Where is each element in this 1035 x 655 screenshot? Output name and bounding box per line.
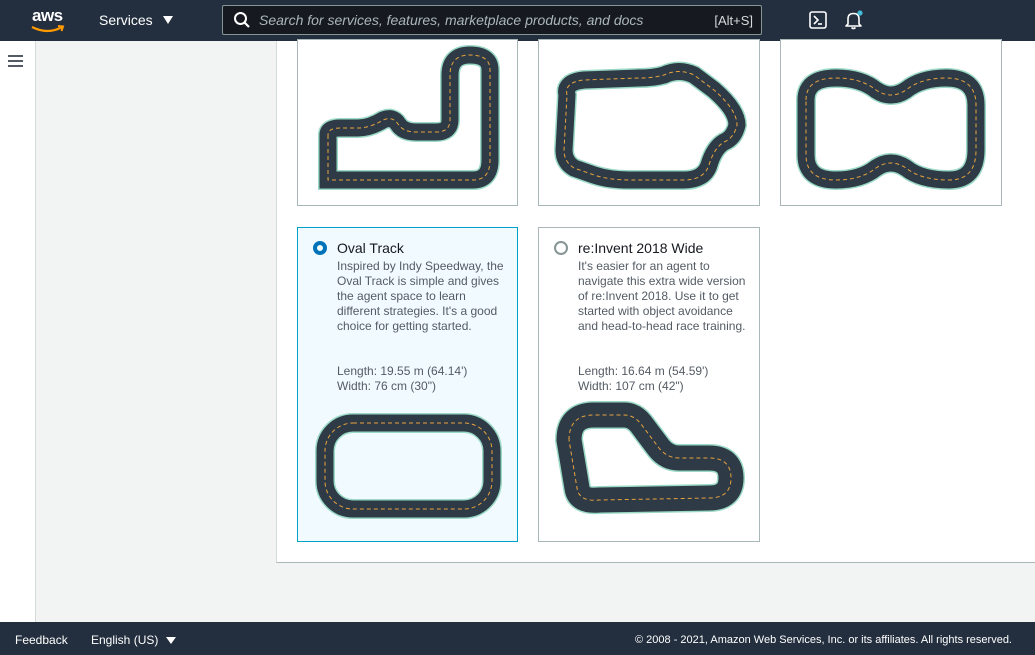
top-navigation: aws Services [Alt+S] xyxy=(0,0,1035,41)
track-thumbnail xyxy=(318,44,500,190)
track-card-partial-1[interactable] xyxy=(297,39,518,206)
search-shortcut-hint: [Alt+S] xyxy=(714,12,753,28)
feedback-link[interactable]: Feedback xyxy=(15,633,68,647)
services-label: Services xyxy=(99,12,153,28)
track-card-partial-2[interactable] xyxy=(538,39,760,206)
radio-button-unselected[interactable] xyxy=(554,241,568,255)
track-title: Oval Track xyxy=(337,240,404,256)
aws-logo[interactable]: aws xyxy=(30,6,70,34)
aws-logo-text: aws xyxy=(32,6,63,25)
track-width: Width: 107 cm (42") xyxy=(578,379,684,393)
track-width: Width: 76 cm (30") xyxy=(337,379,436,393)
radio-button-selected[interactable] xyxy=(313,241,327,255)
search-icon xyxy=(234,12,250,28)
menu-hamburger-icon[interactable] xyxy=(8,55,23,67)
search-input[interactable] xyxy=(259,12,715,28)
track-selection-panel: Oval Track Inspired by Indy Speedway, th… xyxy=(276,39,1035,563)
track-length: Length: 19.55 m (64.14') xyxy=(337,364,468,378)
track-specs: Length: 19.55 m (64.14') Width: 76 cm (3… xyxy=(337,364,467,394)
track-card-oval[interactable]: Oval Track Inspired by Indy Speedway, th… xyxy=(297,227,518,542)
oval-track-thumbnail xyxy=(315,413,502,519)
reinvent-track-thumbnail xyxy=(554,401,746,515)
side-navigation-rail xyxy=(0,41,36,622)
copyright-text: © 2008 - 2021, Amazon Web Services, Inc.… xyxy=(635,634,1012,646)
aws-smile-icon xyxy=(31,25,65,33)
search-bar[interactable]: [Alt+S] xyxy=(222,5,762,35)
language-label: English (US) xyxy=(91,633,159,647)
track-title: re:Invent 2018 Wide xyxy=(578,240,704,256)
track-description: Inspired by Indy Speedway, the Oval Trac… xyxy=(337,259,504,333)
caret-down-icon xyxy=(166,636,177,644)
notifications-bell-icon[interactable] xyxy=(845,10,863,30)
services-menu-button[interactable]: Services xyxy=(99,12,173,28)
cloudshell-icon[interactable] xyxy=(809,11,827,29)
track-description: It's easier for an agent to navigate thi… xyxy=(578,259,746,333)
language-selector[interactable]: English (US) xyxy=(91,633,177,647)
caret-down-icon xyxy=(162,16,173,24)
track-card-partial-3[interactable] xyxy=(780,39,1002,206)
console-footer: Feedback English (US) © 2008 - 2021, Ama… xyxy=(0,622,1035,655)
track-specs: Length: 16.64 m (54.59') Width: 107 cm (… xyxy=(578,364,708,394)
track-card-reinvent-2018-wide[interactable]: re:Invent 2018 Wide It's easier for an a… xyxy=(538,227,760,542)
track-thumbnail xyxy=(553,61,748,190)
track-length: Length: 16.64 m (54.59') xyxy=(578,364,709,378)
track-thumbnail xyxy=(796,67,986,191)
